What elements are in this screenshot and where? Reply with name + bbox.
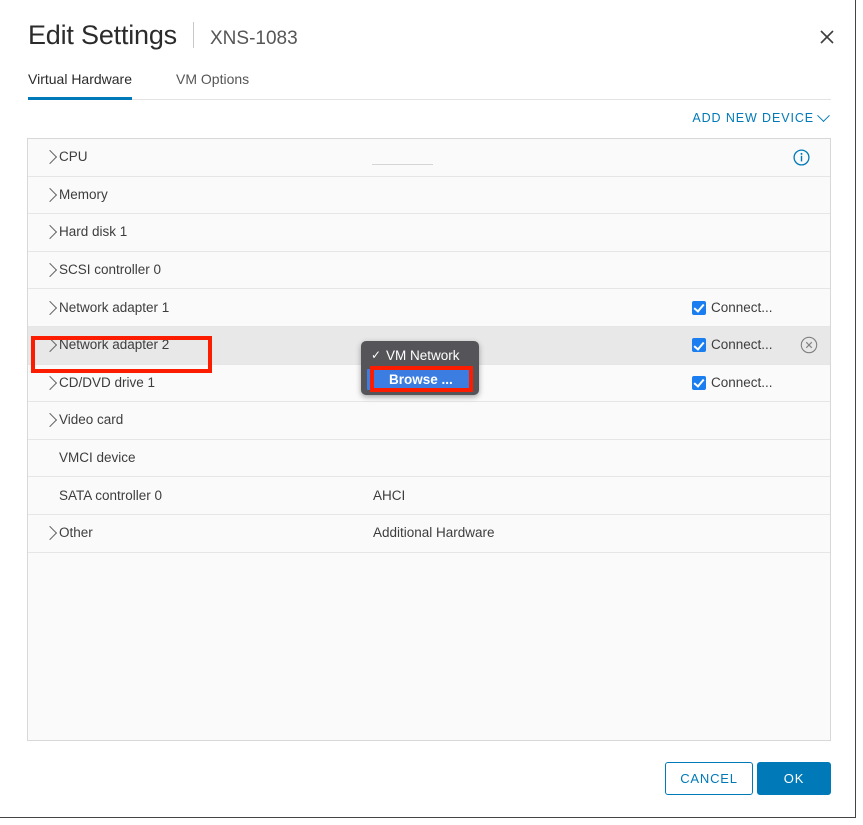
device-value: AHCI: [373, 487, 405, 505]
device-label: Network adapter 1: [59, 299, 169, 317]
device-label: Network adapter 2: [59, 336, 169, 354]
table-row[interactable]: SATA controller 0 AHCI: [28, 477, 830, 515]
table-row[interactable]: Hard disk 1: [28, 214, 830, 252]
context-menu-item-label: VM Network: [386, 345, 460, 366]
page-title: Edit Settings: [28, 18, 177, 52]
table-row[interactable]: SCSI controller 0: [28, 252, 830, 290]
context-menu-item-browse[interactable]: Browse ...: [367, 369, 473, 390]
device-label: VMCI device: [59, 449, 136, 467]
tab-bar-underline: [28, 99, 831, 100]
virtual-hardware-table: CPU Memory Hard disk 1 SCSI controller 0 Net…: [27, 138, 831, 741]
table-row[interactable]: Network adapter 1 Connect...: [28, 289, 830, 327]
connect-label: Connect...: [711, 336, 773, 354]
connect-checkbox[interactable]: [692, 376, 706, 390]
title-row: Edit Settings XNS-1083: [28, 18, 298, 56]
chevron-right-icon[interactable]: [43, 150, 57, 164]
cancel-button[interactable]: CANCEL: [665, 762, 753, 795]
connect-checkbox-group[interactable]: Connect...: [692, 374, 773, 392]
device-label: Video card: [59, 411, 123, 429]
tab-virtual-hardware[interactable]: Virtual Hardware: [28, 70, 132, 100]
ok-button[interactable]: OK: [757, 762, 831, 795]
remove-device-icon[interactable]: [800, 336, 818, 354]
edit-settings-dialog: Edit Settings XNS-1083 Virtual Hardware …: [0, 0, 856, 818]
device-value: Additional Hardware: [373, 524, 495, 542]
context-menu-item-label: Browse ...: [389, 369, 453, 390]
table-row[interactable]: VMCI device: [28, 440, 830, 478]
device-label: CPU: [59, 148, 88, 166]
chevron-right-icon[interactable]: [43, 301, 57, 315]
dialog-header: Edit Settings XNS-1083: [0, 0, 856, 68]
title-divider: [193, 22, 194, 48]
table-row[interactable]: Video card: [28, 402, 830, 440]
device-label: SCSI controller 0: [59, 261, 161, 279]
close-button[interactable]: [812, 22, 842, 52]
device-label: Other: [59, 524, 93, 542]
chevron-right-icon[interactable]: [43, 263, 57, 277]
chevron-right-icon[interactable]: [43, 413, 57, 427]
check-icon: ✓: [371, 345, 383, 366]
table-row[interactable]: Other Additional Hardware: [28, 515, 830, 553]
connect-label: Connect...: [711, 299, 773, 317]
device-label: Memory: [59, 186, 108, 204]
add-new-device-label: ADD NEW DEVICE: [692, 111, 814, 125]
chevron-down-icon: [817, 109, 830, 122]
connect-checkbox[interactable]: [692, 301, 706, 315]
device-label: Hard disk 1: [59, 223, 127, 241]
tab-vm-options[interactable]: VM Options: [176, 70, 249, 97]
device-label: SATA controller 0: [59, 487, 162, 505]
info-icon[interactable]: [793, 149, 810, 166]
close-icon: [819, 29, 835, 45]
context-menu-item-vm-network[interactable]: ✓ VM Network: [361, 345, 479, 366]
add-new-device-button[interactable]: ADD NEW DEVICE: [692, 111, 828, 125]
tab-bar: Virtual Hardware VM Options: [0, 70, 856, 100]
chevron-right-icon[interactable]: [43, 526, 57, 540]
connect-checkbox[interactable]: [692, 338, 706, 352]
table-row[interactable]: Memory: [28, 177, 830, 215]
chevron-right-icon[interactable]: [43, 376, 57, 390]
connect-checkbox-group[interactable]: Connect...: [692, 336, 773, 354]
network-selection-context-menu: ✓ VM Network Browse ...: [361, 341, 479, 395]
chevron-right-icon[interactable]: [43, 338, 57, 352]
chevron-right-icon[interactable]: [43, 188, 57, 202]
connect-label: Connect...: [711, 374, 773, 392]
chevron-right-icon[interactable]: [43, 225, 57, 239]
connect-checkbox-group[interactable]: Connect...: [692, 299, 773, 317]
dialog-footer: CANCEL OK: [0, 762, 856, 802]
table-row[interactable]: CPU: [28, 139, 830, 177]
placeholder-line: [372, 164, 433, 165]
vm-name: XNS-1083: [210, 22, 298, 56]
device-label: CD/DVD drive 1: [59, 374, 155, 392]
